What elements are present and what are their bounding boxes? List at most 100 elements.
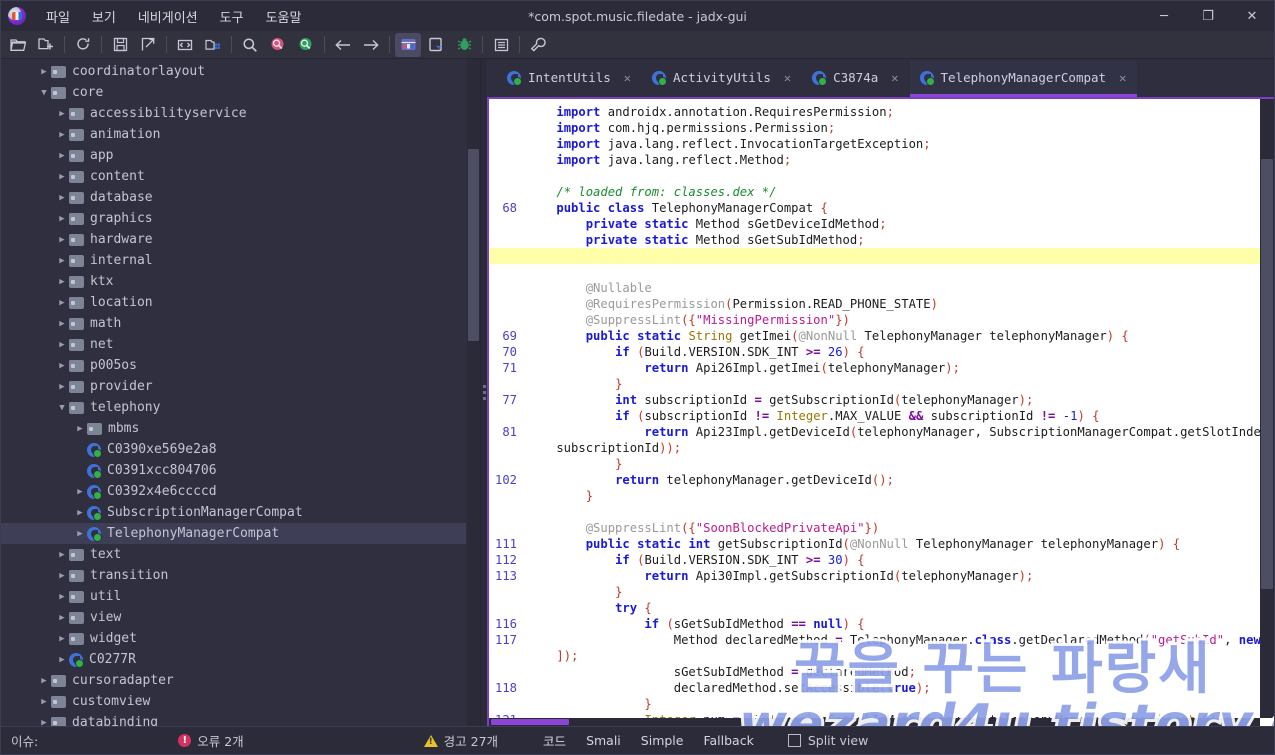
tree-item-p005os[interactable]: ▶ p005os: [1, 355, 466, 376]
tree-item-text[interactable]: ▶ text: [1, 544, 466, 565]
view-tab-fallback[interactable]: Fallback: [693, 730, 763, 751]
chevron-right-icon[interactable]: ▶: [55, 256, 69, 266]
editor-tab-telephonymanagercompat[interactable]: TelephonyManagerCompat ✕: [909, 61, 1138, 97]
chevron-right-icon[interactable]: ▶: [37, 697, 51, 707]
chevron-right-icon[interactable]: ▶: [73, 424, 87, 434]
chevron-right-icon[interactable]: ▶: [55, 592, 69, 602]
tree-item-transition[interactable]: ▶ transition: [1, 565, 466, 586]
chevron-right-icon[interactable]: ▶: [73, 508, 87, 518]
menu-file[interactable]: 파일: [35, 4, 81, 29]
tree-item-internal[interactable]: ▶ internal: [1, 250, 466, 271]
tree-item-customview[interactable]: ▶ customview: [1, 691, 466, 712]
code-hscrollbar-thumb[interactable]: [491, 719, 569, 725]
menu-tools[interactable]: 도구: [209, 4, 255, 29]
chevron-right-icon[interactable]: ▶: [55, 193, 69, 203]
tree-item-widget[interactable]: ▶ widget: [1, 628, 466, 649]
tree-item-telephony[interactable]: ▼ telephony: [1, 397, 466, 418]
maximize-button[interactable]: ❐: [1186, 1, 1230, 31]
editor-tab-intentutils[interactable]: IntentUtils ✕: [497, 61, 642, 97]
tree-item-c0390xe569e2a8[interactable]: ▶C0390xe569e2a8: [1, 439, 466, 460]
open-file-icon[interactable]: [5, 33, 31, 57]
tree-item-coordinatorlayout[interactable]: ▶ coordinatorlayout: [1, 61, 466, 82]
tree-vertical-scrollbar[interactable]: [467, 59, 480, 726]
tree-item-c0277r[interactable]: ▶ C0277R: [1, 649, 466, 670]
code-horizontal-scrollbar[interactable]: [489, 718, 1260, 726]
tree-item-c0391xcc804706[interactable]: ▶C0391xcc804706: [1, 460, 466, 481]
tree-item-app[interactable]: ▶ app: [1, 145, 466, 166]
chevron-right-icon[interactable]: ▶: [55, 571, 69, 581]
chevron-right-icon[interactable]: ▶: [55, 235, 69, 245]
deobfuscation-icon[interactable]: [172, 33, 198, 57]
search-comment-icon[interactable]: [293, 33, 319, 57]
view-tab-simple[interactable]: Simple: [631, 730, 694, 751]
search-class-icon[interactable]: [265, 33, 291, 57]
code-vertical-scrollbar[interactable]: [1260, 99, 1274, 718]
export-gradle-icon[interactable]: [135, 33, 161, 57]
tree-item-net[interactable]: ▶ net: [1, 334, 466, 355]
tree-item-provider[interactable]: ▶ provider: [1, 376, 466, 397]
tree-item-databinding[interactable]: ▶ databinding: [1, 712, 466, 726]
project-tree[interactable]: ▶ coordinatorlayout ▼ core ▶ accessibilityser…: [1, 59, 466, 726]
tree-item-mbms[interactable]: ▶ mbms: [1, 418, 466, 439]
tree-item-util[interactable]: ▶ util: [1, 586, 466, 607]
tree-item-accessibilityservice[interactable]: ▶ accessibilityservice: [1, 103, 466, 124]
menu-navigation[interactable]: 네비게이션: [127, 4, 209, 29]
close-tab-icon[interactable]: ✕: [782, 71, 793, 85]
code-vscrollbar-thumb[interactable]: [1261, 159, 1273, 589]
debugger-icon[interactable]: [451, 33, 477, 57]
chevron-right-icon[interactable]: ▶: [55, 550, 69, 560]
view-tab-smali[interactable]: Smali: [576, 730, 631, 751]
chevron-down-icon[interactable]: ▼: [37, 88, 51, 98]
chevron-right-icon[interactable]: ▶: [73, 529, 87, 539]
close-tab-icon[interactable]: ✕: [889, 71, 900, 85]
chevron-right-icon[interactable]: ▶: [55, 151, 69, 161]
chevron-right-icon[interactable]: ▶: [55, 109, 69, 119]
menu-view[interactable]: 보기: [81, 4, 127, 29]
chevron-right-icon[interactable]: ▶: [37, 718, 51, 727]
chevron-right-icon[interactable]: ▶: [55, 340, 69, 350]
chevron-right-icon[interactable]: ▶: [55, 277, 69, 287]
chevron-right-icon[interactable]: ▶: [55, 613, 69, 623]
chevron-right-icon[interactable]: ▶: [55, 634, 69, 644]
split-view-checkbox[interactable]: [787, 734, 801, 747]
tree-item-telephonymanagercompat[interactable]: ▶ TelephonyManagerCompat: [1, 523, 466, 544]
tree-item-math[interactable]: ▶ math: [1, 313, 466, 334]
editor-tab-activityutils[interactable]: ActivityUtils ✕: [642, 61, 802, 97]
warning-status[interactable]: 경고 27개: [423, 731, 498, 750]
decompile-all-icon[interactable]: [200, 33, 226, 57]
tree-item-subscriptionmanagercompat[interactable]: ▶ SubscriptionManagerCompat: [1, 502, 466, 523]
preferences-icon[interactable]: [525, 33, 551, 57]
minimize-button[interactable]: ─: [1142, 1, 1186, 31]
sync-tree-icon[interactable]: [395, 32, 421, 57]
error-status[interactable]: ! 오류 2개: [178, 731, 244, 750]
reload-icon[interactable]: [70, 33, 96, 57]
add-files-icon[interactable]: [33, 33, 59, 57]
close-button[interactable]: ✕: [1230, 1, 1274, 31]
close-tab-icon[interactable]: ✕: [622, 71, 633, 85]
source-code[interactable]: import androidx.annotation.RequiresPermi…: [489, 99, 1260, 718]
save-all-icon[interactable]: [107, 33, 133, 57]
chevron-right-icon[interactable]: ▶: [37, 67, 51, 77]
close-tab-icon[interactable]: ✕: [1117, 71, 1128, 85]
tree-item-location[interactable]: ▶ location: [1, 292, 466, 313]
code-scroll-area[interactable]: import androidx.annotation.RequiresPermi…: [489, 99, 1260, 718]
view-tab-코드[interactable]: 코드: [533, 728, 576, 753]
tree-item-database[interactable]: ▶ database: [1, 187, 466, 208]
tree-item-ktx[interactable]: ▶ ktx: [1, 271, 466, 292]
tree-scrollbar-thumb[interactable]: [468, 149, 479, 341]
log-viewer-icon[interactable]: [488, 33, 514, 57]
chevron-right-icon[interactable]: ▶: [55, 361, 69, 371]
tree-item-animation[interactable]: ▶ animation: [1, 124, 466, 145]
tree-item-view[interactable]: ▶ view: [1, 607, 466, 628]
chevron-right-icon[interactable]: ▶: [73, 487, 87, 497]
tree-item-content[interactable]: ▶ content: [1, 166, 466, 187]
navigate-back-icon[interactable]: [330, 33, 356, 57]
chevron-right-icon[interactable]: ▶: [55, 172, 69, 182]
chevron-right-icon[interactable]: ▶: [55, 298, 69, 308]
chevron-right-icon[interactable]: ▶: [55, 655, 69, 665]
chevron-right-icon[interactable]: ▶: [37, 676, 51, 686]
chevron-down-icon[interactable]: ▼: [55, 403, 69, 413]
chevron-right-icon[interactable]: ▶: [55, 382, 69, 392]
tree-item-hardware[interactable]: ▶ hardware: [1, 229, 466, 250]
editor-tab-c3874a[interactable]: C3874a ✕: [802, 61, 909, 97]
